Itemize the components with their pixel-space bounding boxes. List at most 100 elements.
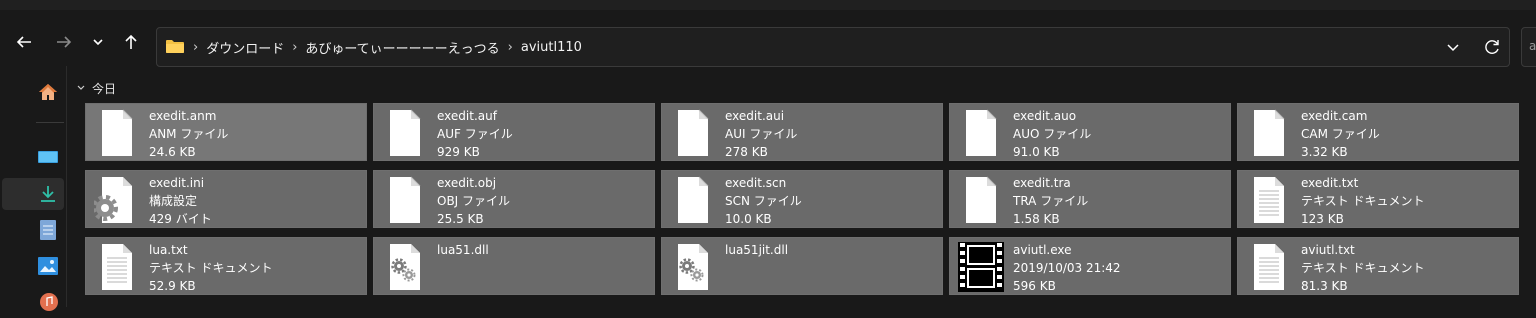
sidebar-item-pictures[interactable] — [2, 250, 64, 282]
filmstrip-exe-icon — [958, 240, 1004, 296]
file-item[interactable]: exedit.ini 構成設定 429 バイト — [85, 170, 367, 228]
file-item-details: exedit.aui AUI ファイル 278 KB — [725, 107, 797, 161]
file-item[interactable]: exedit.obj OBJ ファイル 25.5 KB — [373, 170, 655, 228]
arrow-up-icon — [125, 34, 137, 49]
blank-file-icon — [382, 108, 428, 158]
file-item-details: aviutl.txt テキスト ドキュメント 81.3 KB — [1301, 241, 1424, 295]
file-type: CAM ファイル — [1301, 127, 1380, 141]
file-item[interactable]: exedit.auf AUF ファイル 929 KB — [373, 103, 655, 161]
back-button[interactable] — [10, 28, 38, 56]
search-input[interactable]: a — [1521, 27, 1536, 67]
file-name: lua51.dll — [437, 243, 489, 257]
file-item[interactable]: lua.txt テキスト ドキュメント 52.9 KB — [85, 237, 367, 295]
file-size: 123 KB — [1301, 212, 1344, 226]
pane-divider — [66, 66, 67, 307]
sidebar-divider — [36, 122, 64, 123]
file-name: exedit.obj — [437, 176, 497, 190]
text-file-icon — [1246, 242, 1292, 292]
file-size: 25.5 KB — [437, 212, 484, 226]
desktop-icon — [38, 151, 58, 163]
file-item[interactable]: exedit.scn SCN ファイル 10.0 KB — [661, 170, 943, 228]
file-item[interactable]: exedit.txt テキスト ドキュメント 123 KB — [1237, 170, 1519, 228]
document-icon — [40, 220, 56, 240]
file-item-details: exedit.obj OBJ ファイル 25.5 KB — [437, 174, 510, 228]
file-item[interactable]: aviutl.exe 2019/10/03 21:42 596 KB — [949, 237, 1231, 296]
file-name: exedit.cam — [1301, 109, 1368, 123]
file-name: exedit.txt — [1301, 176, 1359, 190]
file-size: 278 KB — [725, 145, 768, 159]
file-type: 構成設定 — [149, 194, 198, 208]
file-item[interactable]: lua51jit.dll — [661, 237, 943, 295]
pictures-icon — [38, 257, 58, 275]
sidebar-item-home[interactable] — [2, 76, 64, 108]
recent-locations-button[interactable] — [84, 28, 112, 56]
address-bar[interactable]: › ダウンロード › あびゅーてぃーーーーーえっつる › aviutl110 — [156, 27, 1510, 67]
file-size: 429 バイト — [149, 212, 212, 226]
file-item[interactable]: lua51.dll — [373, 237, 655, 295]
file-name: lua.txt — [149, 243, 188, 257]
arrow-right-icon — [57, 36, 72, 48]
chevron-down-icon[interactable] — [1445, 39, 1461, 55]
chevron-right-icon[interactable]: › — [292, 40, 297, 55]
blank-file-icon — [1246, 108, 1292, 158]
file-size — [725, 277, 788, 295]
breadcrumb-item-downloads[interactable]: ダウンロード — [206, 38, 284, 57]
sidebar-item-documents[interactable] — [2, 214, 64, 246]
text-file-icon — [94, 242, 140, 292]
refresh-icon[interactable] — [1482, 37, 1502, 57]
file-name: exedit.scn — [725, 176, 787, 190]
file-name: exedit.tra — [1013, 176, 1071, 190]
navigation-toolbar: › ダウンロード › あびゅーてぃーーーーーえっつる › aviutl110 a — [0, 10, 1536, 67]
file-type: AUF ファイル — [437, 127, 513, 141]
file-item[interactable]: exedit.tra TRA ファイル 1.58 KB — [949, 170, 1231, 228]
chevron-right-icon[interactable]: › — [193, 40, 198, 55]
file-size: 3.32 KB — [1301, 145, 1348, 159]
file-type: テキスト ドキュメント — [1301, 261, 1425, 275]
file-type: AUI ファイル — [725, 127, 798, 141]
file-item-details: lua51.dll — [437, 241, 489, 295]
file-type: TRA ファイル — [1013, 194, 1089, 208]
breadcrumb-item-parent[interactable]: あびゅーてぃーーーーーえっつる — [305, 38, 499, 57]
file-size: 52.9 KB — [149, 279, 196, 293]
file-item[interactable]: exedit.auo AUO ファイル 91.0 KB — [949, 103, 1231, 161]
file-name: aviutl.txt — [1301, 243, 1355, 257]
file-item-details: exedit.tra TRA ファイル 1.58 KB — [1013, 174, 1088, 228]
file-size: 596 KB — [1013, 279, 1056, 293]
sidebar-item-downloads[interactable] — [2, 178, 64, 210]
breadcrumb-item-current[interactable]: aviutl110 — [521, 40, 582, 55]
file-type: テキスト ドキュメント — [149, 261, 273, 275]
arrow-left-icon — [16, 36, 31, 48]
file-item-details: lua51jit.dll — [725, 241, 788, 295]
file-item[interactable]: exedit.anm ANM ファイル 24.6 KB — [85, 103, 367, 161]
file-type: テキスト ドキュメント — [1301, 194, 1425, 208]
blank-file-icon — [670, 175, 716, 225]
file-name: aviutl.exe — [1013, 243, 1072, 257]
sidebar-item-desktop[interactable] — [2, 142, 64, 174]
folder-icon — [166, 40, 184, 53]
file-size: 1.58 KB — [1013, 212, 1060, 226]
sidebar-item-music[interactable] — [2, 286, 64, 318]
up-button[interactable] — [117, 28, 145, 56]
blank-file-icon — [958, 175, 1004, 225]
home-icon — [39, 84, 57, 100]
forward-button[interactable] — [50, 28, 78, 56]
dll-file-icon — [670, 242, 716, 292]
file-item-details: lua.txt テキスト ドキュメント 52.9 KB — [149, 241, 272, 295]
blank-file-icon — [94, 108, 140, 158]
file-item[interactable]: exedit.cam CAM ファイル 3.32 KB — [1237, 103, 1519, 161]
group-header-today[interactable]: 今日 — [76, 79, 116, 97]
file-type: ANM ファイル — [149, 127, 229, 141]
file-item-details: aviutl.exe 2019/10/03 21:42 596 KB — [1013, 241, 1121, 295]
file-size: 929 KB — [437, 145, 480, 159]
file-item[interactable]: aviutl.txt テキスト ドキュメント 81.3 KB — [1237, 237, 1519, 295]
file-item[interactable]: exedit.aui AUI ファイル 278 KB — [661, 103, 943, 161]
file-item-details: exedit.auo AUO ファイル 91.0 KB — [1013, 107, 1091, 161]
breadcrumb: › ダウンロード › あびゅーてぃーーーーーえっつる › aviutl110 — [193, 28, 582, 66]
navigation-pane — [0, 66, 66, 311]
music-icon — [40, 293, 58, 311]
file-item-details: exedit.anm ANM ファイル 24.6 KB — [149, 107, 228, 161]
file-type — [437, 259, 489, 277]
file-item-details: exedit.ini 構成設定 429 バイト — [149, 174, 212, 228]
blank-file-icon — [382, 175, 428, 225]
chevron-right-icon[interactable]: › — [508, 40, 513, 55]
